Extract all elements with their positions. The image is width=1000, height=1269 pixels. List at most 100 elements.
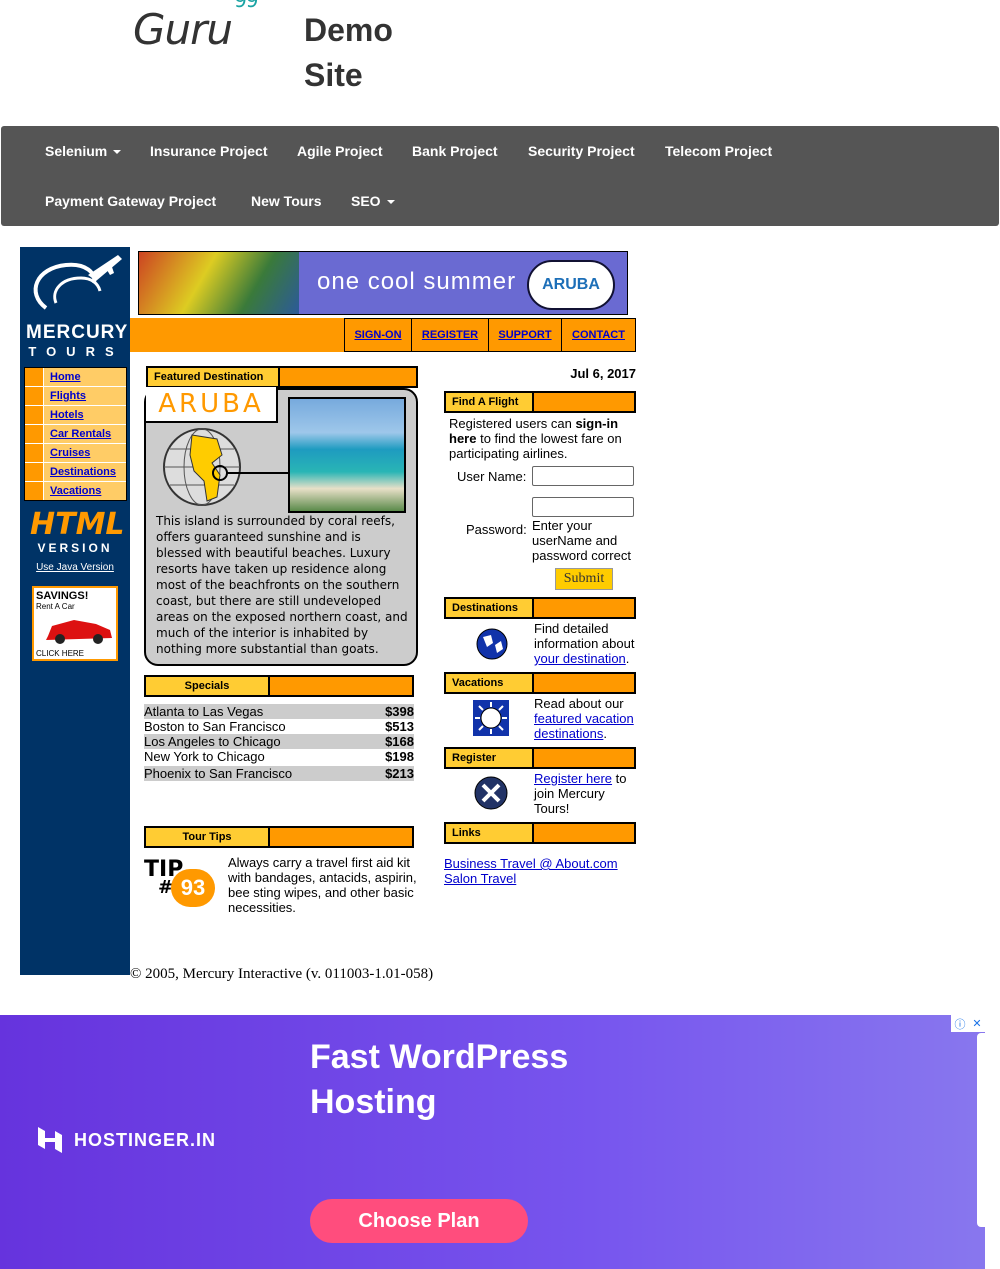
link-text[interactable]: SUPPORT <box>498 329 551 341</box>
guru99-logo[interactable]: Guru99 <box>133 0 259 54</box>
special-price: $168 <box>385 734 414 749</box>
java-version-anchor[interactable]: Use Java Version <box>36 562 114 573</box>
left-sidebar: MERCURY TOURS Home Flights Hotels Car Re… <box>20 247 130 975</box>
menu-link[interactable]: Destinations <box>50 466 116 478</box>
nav-bank-project[interactable]: Bank Project <box>412 143 498 159</box>
special-row: Phoenix to San Francisco $213 <box>144 766 414 781</box>
username-input[interactable] <box>532 466 634 486</box>
links-label: Links <box>446 824 534 842</box>
mercury-tours-logo: MERCURY TOURS <box>26 253 127 359</box>
tour-tips-label: Tour Tips <box>146 828 270 846</box>
link-support[interactable]: SUPPORT <box>488 318 562 352</box>
tip-93-badge: TIP # 93 <box>144 857 220 907</box>
menu-bullet-icon <box>25 406 44 424</box>
java-version-link[interactable]: Use Java Version <box>20 562 130 573</box>
special-row: Boston to San Francisco $513 <box>144 719 414 734</box>
hostinger-ad[interactable]: HOSTINGER.IN Fast WordPress Hosting Choo… <box>0 1015 985 1269</box>
mercury-tours-page: MERCURY TOURS Home Flights Hotels Car Re… <box>20 247 636 975</box>
ad-close-icon[interactable]: ✕ <box>972 1017 981 1030</box>
menu-link[interactable]: Vacations <box>50 485 101 497</box>
vacations-text: Read about our featured vacation destina… <box>534 696 638 741</box>
nav-selenium-dropdown[interactable]: Selenium <box>45 143 122 159</box>
link-salon-travel[interactable]: Salon Travel <box>444 871 516 886</box>
featured-destination-title: ARUBA <box>146 387 278 423</box>
menu-bullet-icon <box>25 482 44 500</box>
vacations-header: Vacations <box>444 672 636 694</box>
savings-car-ad[interactable]: SAVINGS! Rent A Car CLICK HERE <box>32 586 118 661</box>
menu-bullet-icon <box>25 387 44 405</box>
nav-telecom-project[interactable]: Telecom Project <box>665 143 772 159</box>
link-contact[interactable]: CONTACT <box>561 318 636 352</box>
nav-insurance-project[interactable]: Insurance Project <box>150 143 268 159</box>
find-a-flight-header: Find A Flight <box>444 391 636 413</box>
menu-bullet-icon <box>25 463 44 481</box>
aruba-beach-photo <box>288 397 406 513</box>
your-destination-link[interactable]: your destination <box>534 651 626 666</box>
tour-tips-header: Tour Tips <box>144 826 414 848</box>
ad-scroll-edge <box>977 1033 985 1227</box>
find-a-flight-label: Find A Flight <box>446 393 534 411</box>
menu-bullet-icon <box>25 425 44 443</box>
tip-number: 93 <box>171 869 215 907</box>
ad-headline: Fast WordPress Hosting <box>310 1038 569 1121</box>
menu-link[interactable]: Car Rentals <box>50 428 111 440</box>
link-business-travel[interactable]: Business Travel @ About.com <box>444 856 618 871</box>
password-label: Password: <box>466 522 527 537</box>
register-here-link[interactable]: Register here <box>534 771 612 786</box>
special-route: Boston to San Francisco <box>144 719 286 734</box>
hostinger-brand: HOSTINGER.IN <box>74 1129 217 1150</box>
special-row: Los Angeles to Chicago $168 <box>144 734 414 749</box>
sun-icon <box>473 700 509 736</box>
special-price: $213 <box>385 766 414 781</box>
special-route: Phoenix to San Francisco <box>144 766 293 781</box>
link-text[interactable]: SIGN-ON <box>354 329 401 341</box>
savings-click: CLICK HERE <box>36 649 85 658</box>
hostinger-logo: HOSTINGER.IN <box>36 1125 216 1155</box>
link-register[interactable]: REGISTER <box>411 318 489 352</box>
globe-icon <box>163 428 288 506</box>
link-anchor[interactable]: Business Travel @ About.com <box>444 856 618 871</box>
intro-pre: Registered users can <box>449 416 576 431</box>
menu-link[interactable]: Cruises <box>50 447 90 459</box>
register-header: Register <box>444 747 636 769</box>
ad-info-icon[interactable]: ⓘ <box>954 1016 965 1032</box>
featured-vacation-link[interactable]: featured vacation destinations <box>534 711 634 741</box>
link-anchor[interactable]: Salon Travel <box>444 871 516 886</box>
menu-item-car-rentals: Car Rentals <box>25 425 126 444</box>
special-row: New York to Chicago $198 <box>144 749 414 764</box>
specials-header: Specials <box>144 675 414 697</box>
special-row: Atlanta to Las Vegas $398 <box>144 704 414 719</box>
aruba-badge: ARUBA <box>527 260 615 310</box>
nav-seo-dropdown[interactable]: SEO <box>351 193 395 209</box>
html-version-small: VERSION <box>37 541 113 555</box>
savings-sub: Rent A Car <box>36 602 75 611</box>
featured-destination-header: Featured Destination <box>146 366 418 388</box>
savings-title: SAVINGS! <box>36 590 89 602</box>
menu-link[interactable]: Hotels <box>50 409 84 421</box>
nav-agile-project[interactable]: Agile Project <box>297 143 383 159</box>
link-sign-on[interactable]: SIGN-ON <box>344 318 412 352</box>
link-text[interactable]: CONTACT <box>572 329 625 341</box>
special-route: Atlanta to Las Vegas <box>144 704 264 719</box>
links-header: Links <box>444 822 636 844</box>
special-price: $398 <box>385 704 414 719</box>
airplane-logo-icon <box>33 255 122 310</box>
register-text: Register here to join Mercury Tours! <box>534 771 638 816</box>
banner-text: one cool summer <box>317 268 517 295</box>
ad-controls: ⓘ ✕ <box>951 1015 985 1032</box>
nav-new-tours[interactable]: New Tours <box>251 193 322 209</box>
link-text[interactable]: REGISTER <box>422 329 478 341</box>
nav-security-project[interactable]: Security Project <box>528 143 635 159</box>
aruba-banner[interactable]: one cool summer ARUBA <box>138 251 628 315</box>
special-route: New York to Chicago <box>144 749 265 764</box>
menu-link[interactable]: Flights <box>50 390 86 402</box>
choose-plan-button[interactable]: Choose Plan <box>310 1199 528 1243</box>
nav-payment-gateway-project[interactable]: Payment Gateway Project <box>45 193 216 209</box>
password-input[interactable] <box>532 497 634 517</box>
menu-item-cruises: Cruises <box>25 444 126 463</box>
menu-link[interactable]: Home <box>50 371 81 383</box>
submit-button[interactable]: Submit <box>555 568 613 590</box>
logo-text: Guru <box>133 5 233 54</box>
featured-destination-text: This island is surrounded by coral reefs… <box>156 514 408 656</box>
special-price: $198 <box>385 749 414 764</box>
